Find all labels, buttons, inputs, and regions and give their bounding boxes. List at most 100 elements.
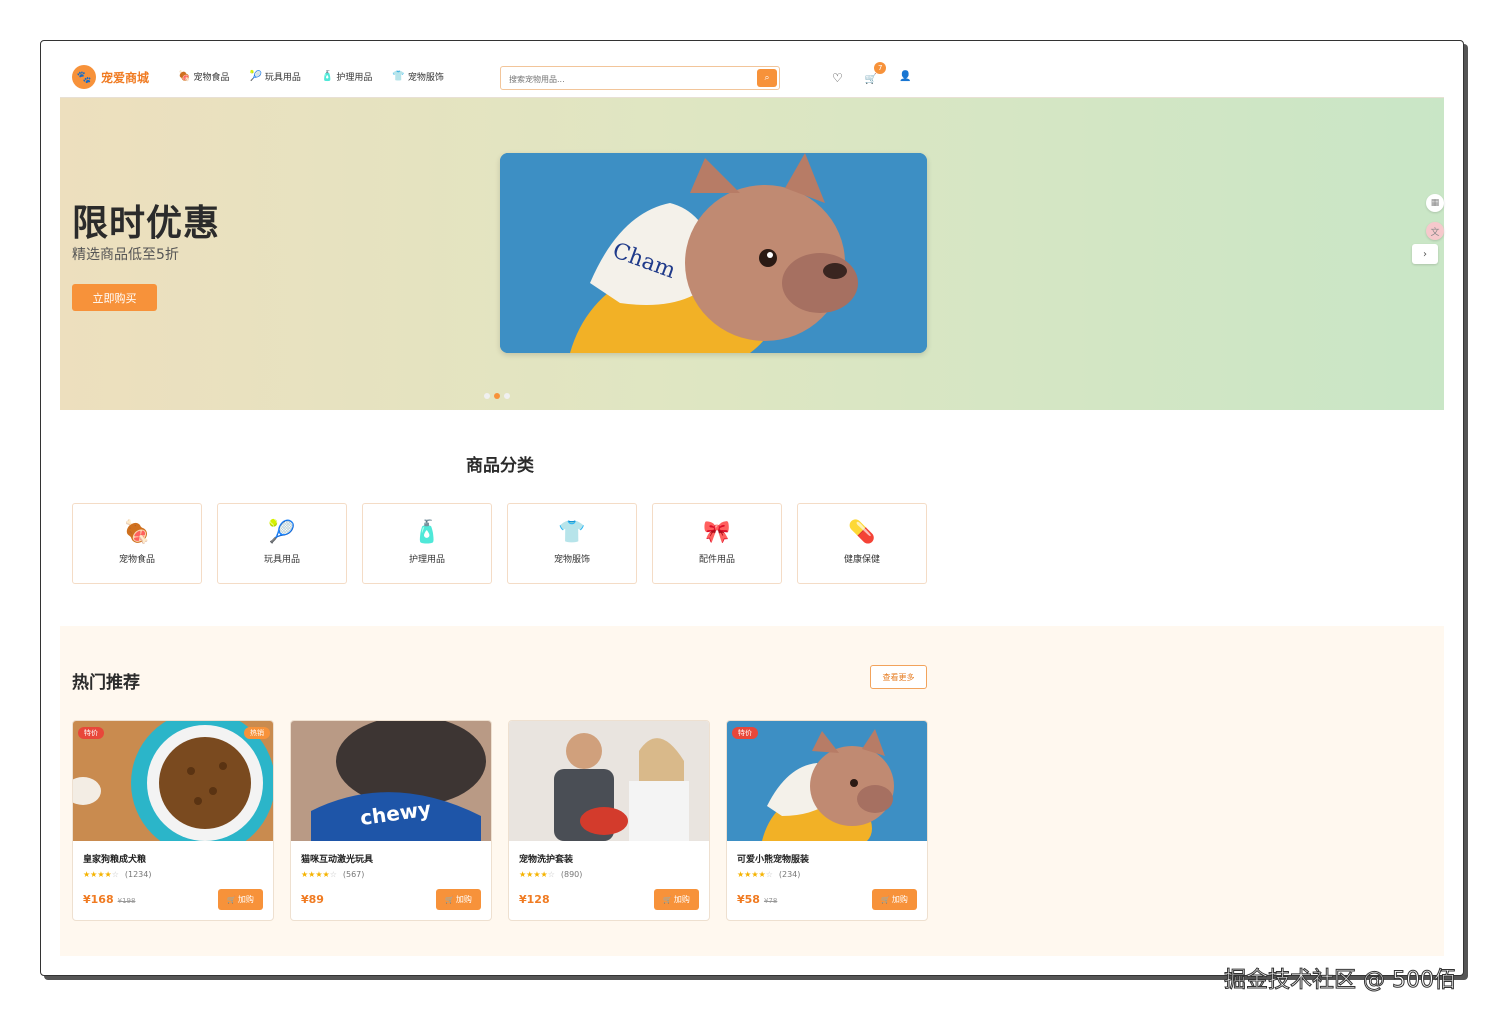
carousel-dot[interactable]: [504, 393, 510, 399]
add-to-cart-button[interactable]: 🛒 加购: [654, 889, 699, 910]
product-image[interactable]: chewy: [291, 721, 491, 841]
product-image[interactable]: [509, 721, 709, 841]
product-rating: ★★★★☆ (1234): [83, 870, 151, 879]
site-header: 🐾 宠爱商城 🍖宠物食品 🎾玩具用品 🧴护理用品 👕宠物服饰 ⌕ ♡ 🛒 7 👤: [60, 41, 1444, 98]
nav-label: 宠物服饰: [407, 73, 444, 83]
view-more-button[interactable]: 查看更多: [870, 665, 927, 689]
carousel-dots: [484, 393, 510, 399]
dog-illustration: Cham: [500, 153, 927, 353]
product-rating: ★★★★☆ (567): [301, 870, 364, 879]
product-image[interactable]: 特价: [727, 721, 927, 841]
product-card[interactable]: 宠物洗护套装 ★★★★☆ (890) ¥128 🛒 加购: [508, 720, 710, 921]
star-rating-icon: ★★★★☆: [83, 870, 119, 879]
product-price: ¥58 ¥78: [737, 893, 777, 906]
product-rating: ★★★★☆ (890): [519, 870, 582, 879]
search-box: ⌕: [500, 66, 780, 91]
hot-badge: 热销: [244, 727, 270, 739]
product-card[interactable]: 特价 可爱小熊宠物服装 ★★★★☆ (234) ¥58 ¥78 🛒 加购: [726, 720, 928, 921]
product-card[interactable]: chewy 猫咪互动激光玩具 ★★★★☆ (567) ¥89 🛒 加购: [290, 720, 492, 921]
review-count: (1234): [124, 870, 152, 879]
category-label: 护理用品: [408, 555, 445, 565]
heart-icon[interactable]: ♡: [832, 71, 843, 85]
nav-label: 护理用品: [336, 73, 373, 83]
logo[interactable]: 🐾 宠爱商城: [72, 65, 149, 89]
search-input[interactable]: [501, 68, 751, 91]
product-name[interactable]: 皇家狗粮成犬粮: [83, 852, 146, 865]
product-name[interactable]: 猫咪互动激光玩具: [301, 852, 373, 865]
carousel-dot-active[interactable]: [494, 393, 500, 399]
category-card[interactable]: 👕 宠物服饰: [507, 503, 637, 584]
qr-icon[interactable]: ▦: [1426, 194, 1444, 212]
cart-button[interactable]: 🛒 7: [864, 62, 887, 85]
price: ¥128: [519, 893, 550, 906]
product-name[interactable]: 宠物洗护套装: [519, 852, 573, 865]
cart-icon: 🛒: [445, 895, 454, 904]
nav-icon: 🎾: [249, 71, 262, 82]
main-nav: 🍖 宠物食品 🎾 玩具用品 🧴 护理用品 👕 宠物服饰: [178, 70, 444, 83]
category-label: 宠物食品: [118, 555, 155, 565]
category-label: 宠物服饰: [553, 555, 590, 565]
hero-dog-image: Cham: [500, 153, 927, 353]
nav-icon: 🍖: [178, 71, 191, 82]
search-icon: ⌕: [764, 73, 770, 83]
user-icon[interactable]: 👤: [899, 71, 911, 85]
hero-title: 限时优惠: [72, 203, 221, 244]
category-icon: 👕: [558, 520, 586, 545]
star-rating-icon: ★★★★☆: [737, 870, 773, 879]
product-price: ¥89: [301, 893, 324, 906]
product-card[interactable]: 特价 热销 皇家狗粮成犬粮 ★★★★☆ (1234) ¥168 ¥198 🛒 加…: [72, 720, 274, 921]
translate-icon[interactable]: 文: [1426, 222, 1444, 240]
add-to-cart-button[interactable]: 🛒 加购: [872, 889, 917, 910]
cart-count-badge: 7: [874, 62, 887, 74]
hot-title: 热门推荐: [72, 673, 140, 693]
review-count: (234): [778, 870, 801, 879]
price: ¥58: [737, 893, 760, 906]
watermark: 掘金技术社区 @ 500佰: [1224, 968, 1457, 994]
browser-window: 🐾 宠爱商城 🍖宠物食品🎾玩具用品🧴护理用品👕宠物服饰 ⌕ ♡ 🛒 7 👤: [40, 40, 1464, 976]
hot-section: 热门推荐 查看更多 特价 热销 皇家狗粮成犬粮 ★★★★☆ (1234) ¥16…: [60, 626, 1444, 956]
search-button[interactable]: ⌕: [757, 69, 777, 87]
nav-item-care[interactable]: 🧴 护理用品: [321, 70, 372, 83]
buy-now-button[interactable]: 立即购买: [72, 284, 157, 311]
review-count: (567): [342, 870, 365, 879]
carousel-dot[interactable]: [484, 393, 490, 399]
cart-icon: 🛒: [663, 895, 672, 904]
nav-item-clothing[interactable]: 👕 宠物服饰: [392, 70, 443, 83]
category-icon: 🧴: [413, 520, 441, 545]
star-rating-icon: ★★★★☆: [301, 870, 337, 879]
add-to-cart-button[interactable]: 🛒 加购: [218, 889, 263, 910]
add-to-cart-label: 加购: [455, 895, 472, 904]
category-label: 配件用品: [698, 555, 735, 565]
price: ¥89: [301, 893, 324, 906]
nav-icon: 🧴: [320, 71, 334, 82]
chevron-right-icon: ›: [1423, 248, 1427, 260]
old-price: ¥78: [763, 897, 778, 905]
category-card[interactable]: 🎀 配件用品: [652, 503, 782, 584]
cart-icon: 🛒: [864, 74, 878, 85]
hero-subtitle: 精选商品低至5折: [72, 247, 179, 263]
category-list: 🍖 宠物食品 🎾 玩具用品 🧴 护理用品 👕 宠物服饰 🎀 配件用品 💊 健康保健: [72, 503, 927, 584]
sale-badge: 特价: [78, 727, 104, 739]
product-name[interactable]: 可爱小熊宠物服装: [737, 852, 809, 865]
price: ¥168: [83, 893, 114, 906]
add-to-cart-button[interactable]: 🛒 加购: [436, 889, 481, 910]
category-card[interactable]: 🧴 护理用品: [362, 503, 492, 584]
paw-icon: 🐾: [72, 65, 96, 89]
cart-icon: 🛒: [881, 895, 890, 904]
carousel-next-button[interactable]: ›: [1412, 244, 1438, 264]
logo-text: 宠爱商城: [101, 70, 150, 85]
category-card[interactable]: 🍖 宠物食品: [72, 503, 202, 584]
category-icon: 🎾: [268, 520, 296, 545]
category-card[interactable]: 💊 健康保健: [797, 503, 927, 584]
category-icon: 🍖: [123, 520, 151, 545]
page: 🐾 宠爱商城 🍖宠物食品🎾玩具用品🧴护理用品👕宠物服饰 ⌕ ♡ 🛒 7 👤: [60, 41, 1444, 975]
product-image[interactable]: 特价 热销: [73, 721, 273, 841]
nav-item-toys[interactable]: 🎾 玩具用品: [249, 70, 300, 83]
category-card[interactable]: 🎾 玩具用品: [217, 503, 347, 584]
nav-item-food[interactable]: 🍖 宠物食品: [178, 70, 229, 83]
category-label: 玩具用品: [263, 555, 300, 565]
categories-title: 商品分类: [466, 456, 534, 476]
nav-label: 玩具用品: [264, 73, 301, 83]
nav-icon: 👕: [392, 71, 405, 82]
add-to-cart-label: 加购: [237, 895, 254, 904]
